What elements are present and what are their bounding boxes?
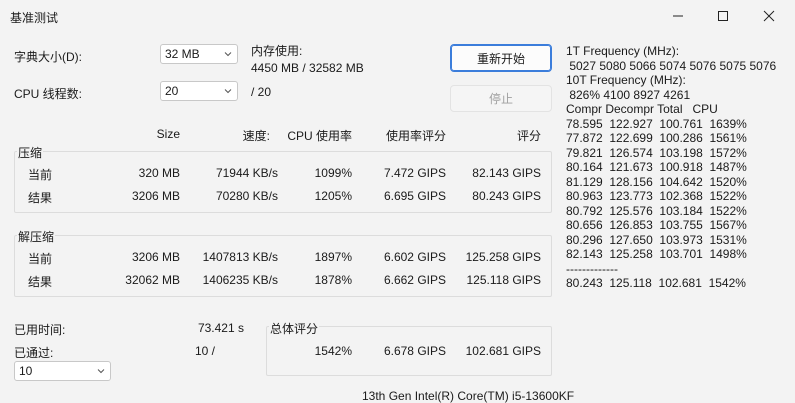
compress-result-speed: 70280 KB/s [215,189,278,203]
column-header-rating-per-usage: 使用率评分 [385,129,446,143]
compress-group-title: 压缩 [17,144,44,161]
title-bar: 基准测试 [0,0,795,32]
decompress-current-label: 当前 [28,252,53,266]
decompress-current-cpu: 1897% [314,250,352,264]
log-line: 1T Frequency (MHz): [566,44,680,58]
log-line: 78.595 122.927 100.761 1639% [566,116,747,131]
log-line: 80.963 123.773 102.368 1522% [566,189,747,203]
minimize-button[interactable] [655,0,701,32]
log-line: 81.129 128.156 104.642 1520% [566,174,747,189]
compress-current-label: 当前 [28,168,53,182]
passed-value: 10 / [194,344,215,358]
cpu-threads-value: 20 [165,84,179,98]
log-line: 80.296 127.650 103.973 1531% [566,232,747,247]
column-header-size: Size [156,127,180,141]
decompress-result-rating-per-usage: 6.662 GIPS [383,273,446,287]
dict-size-select[interactable]: 32 MB [160,44,238,64]
benchmark-log: 1T Frequency (MHz): 5027 5080 5066 5074 … [566,44,792,291]
passes-select[interactable]: 10 [14,361,111,381]
decompress-current-size: 3206 MB [131,250,180,264]
chevron-down-icon [224,52,232,57]
elapsed-time-label: 已用时间: [14,323,66,337]
passes-select-value: 10 [19,364,33,378]
decompress-current-rating-per-usage: 6.602 GIPS [383,250,446,264]
column-header-rating: 评分 [516,129,541,143]
decompress-group [14,235,552,297]
compress-result-rating: 80.243 GIPS [472,189,541,203]
log-line: 80.792 125.576 103.184 1522% [566,203,747,218]
memory-usage-value: 4450 MB / 32582 MB [251,61,364,75]
decompress-result-rating: 125.118 GIPS [466,273,542,287]
compress-group [14,151,552,213]
log-line: ------------- [566,261,618,276]
memory-usage-label: 内存使用: [251,44,303,58]
maximize-button[interactable] [700,0,746,32]
total-cpu-usage: 1542% [314,344,352,358]
decompress-result-speed: 1406235 KB/s [202,273,278,287]
decompress-group-title: 解压缩 [17,228,56,245]
dict-size-label: 字典大小(D): [14,50,82,64]
stop-button[interactable]: 停止 [450,85,552,112]
cpu-name: 13th Gen Intel(R) Core(TM) i5-13600KF [362,389,575,403]
log-line: 80.656 126.853 103.755 1567% [566,218,747,232]
cpu-threads-select[interactable]: 20 [160,81,238,101]
compress-current-rating: 82.143 GIPS [472,166,541,180]
column-header-cpu-usage: CPU 使用率 [287,129,352,143]
decompress-result-label: 结果 [28,275,53,289]
minimize-icon [673,15,683,17]
log-line: 10T Frequency (MHz): [566,73,686,87]
elapsed-time-value: 73.421 s [197,321,244,335]
decompress-current-rating: 125.258 GIPS [465,250,541,264]
log-line: 82.143 125.258 103.701 1498% [566,247,747,261]
compress-current-cpu: 1099% [314,166,352,180]
chevron-down-icon [224,89,232,94]
log-line: 79.821 126.574 103.198 1572% [566,145,747,160]
dict-size-value: 32 MB [165,47,200,61]
compress-result-size: 3206 MB [131,189,180,203]
close-icon [763,10,775,22]
compress-current-rating-per-usage: 7.472 GIPS [383,166,446,180]
log-line: 80.164 121.673 100.918 1487% [566,160,747,174]
restart-button[interactable]: 重新开始 [450,44,552,72]
compress-current-speed: 71944 KB/s [215,166,278,180]
compress-current-size: 320 MB [138,166,180,180]
decompress-current-speed: 1407813 KB/s [202,250,278,264]
chevron-down-icon [97,369,105,374]
cpu-threads-label: CPU 线程数: [14,87,83,101]
window-title: 基准测试 [10,11,59,25]
log-line: 5027 5080 5066 5074 5076 5075 5076 [566,58,777,73]
compress-result-cpu: 1205% [314,189,352,203]
cpu-threads-total: / 20 [251,85,272,99]
total-rating-title: 总体评分 [269,320,320,337]
passed-label: 已通过: [14,346,54,360]
total-rating: 102.681 GIPS [465,344,541,358]
decompress-result-size: 32062 MB [125,273,180,287]
compress-result-rating-per-usage: 6.695 GIPS [383,189,446,203]
log-line: 826% 4100 8927 4261 [566,87,691,102]
column-header-speed: 速度: [242,129,270,143]
close-button[interactable] [746,0,792,32]
decompress-result-cpu: 1878% [314,273,352,287]
log-line: 77.872 122.699 100.286 1561% [566,131,747,145]
total-rating-per-usage: 6.678 GIPS [383,344,446,358]
maximize-icon [718,11,728,21]
log-line: Compr Decompr Total CPU [566,102,718,116]
log-line: 80.243 125.118 102.681 1542% [566,276,746,290]
compress-result-label: 结果 [28,191,53,205]
